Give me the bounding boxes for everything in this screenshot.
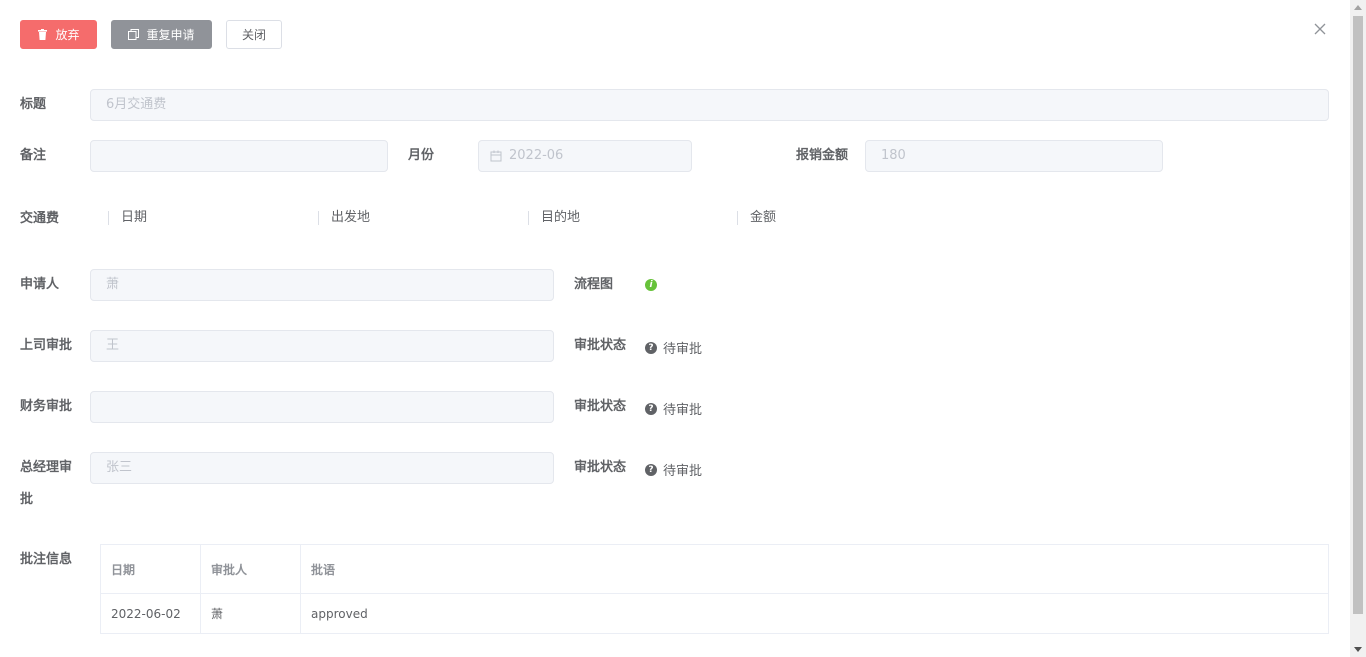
amount-value: 180 — [881, 148, 906, 163]
abandon-button[interactable]: 放弃 — [20, 20, 97, 49]
transport-label: 交通费 — [20, 211, 60, 226]
scrollbar-thumb[interactable] — [1353, 16, 1363, 614]
transport-col-date: 日期 — [108, 211, 147, 225]
copy-icon — [128, 29, 140, 40]
notes-cell-approver: 萧 — [200, 593, 301, 634]
question-icon: ? — [645, 463, 657, 476]
remark-label: 备注 — [20, 148, 47, 163]
finance-input[interactable] — [90, 391, 554, 423]
supervisor-status: ? 待审批 — [645, 338, 702, 357]
close-label: 关闭 — [241, 28, 266, 42]
scroll-up-arrow-icon[interactable] — [1354, 5, 1362, 10]
finance-status-text: 待审批 — [663, 403, 703, 418]
transport-col-origin: 出发地 — [318, 211, 370, 225]
gm-approval-label-line1: 总经理审 — [20, 460, 73, 475]
reapply-label: 重复申请 — [146, 28, 195, 42]
question-icon: ? — [645, 402, 657, 415]
notes-table: 日期 审批人 批语 2022-06-02 萧 approved — [100, 544, 1329, 634]
month-picker[interactable]: 2022-06 — [478, 140, 692, 172]
gm-status: ? 待审批 — [645, 460, 702, 479]
gm-status-text: 待审批 — [663, 464, 703, 479]
finance-status-label: 审批状态 — [574, 399, 627, 414]
question-icon: ? — [645, 341, 657, 354]
remark-input[interactable] — [90, 140, 388, 172]
vertical-scrollbar[interactable] — [1350, 0, 1366, 657]
calendar-icon — [490, 150, 502, 162]
close-icon[interactable] — [1312, 21, 1328, 37]
gm-approval-label-line2: 批 — [20, 492, 34, 507]
abandon-label: 放弃 — [55, 28, 80, 42]
notes-cell-date: 2022-06-02 — [100, 593, 201, 634]
supervisor-input[interactable]: 王 — [90, 330, 554, 362]
transport-col-amount: 金额 — [737, 211, 776, 225]
notes-col-date: 日期 — [100, 544, 201, 594]
close-button[interactable]: 关闭 — [226, 20, 282, 49]
gm-input[interactable]: 张三 — [90, 452, 554, 484]
transport-col-destination: 目的地 — [528, 211, 580, 225]
reapply-button[interactable]: 重复申请 — [111, 20, 212, 49]
applicant-value: 萧 — [106, 277, 120, 292]
applicant-label: 申请人 — [20, 277, 60, 292]
notes-header-row: 日期 审批人 批语 — [100, 544, 1329, 594]
supervisor-approval-label: 上司审批 — [20, 338, 73, 353]
notes-col-comment: 批语 — [300, 544, 1329, 594]
flowchart-label: 流程图 — [574, 277, 614, 292]
toolbar: 放弃 重复申请 关闭 — [20, 20, 282, 49]
notes-label: 批注信息 — [20, 552, 73, 567]
month-value: 2022-06 — [509, 148, 564, 163]
gm-status-label: 审批状态 — [574, 460, 627, 475]
info-icon[interactable]: i — [645, 279, 657, 291]
supervisor-status-label: 审批状态 — [574, 338, 627, 353]
amount-label: 报销金额 — [796, 148, 849, 163]
gm-value: 张三 — [106, 460, 133, 475]
title-label: 标题 — [20, 97, 47, 112]
supervisor-status-text: 待审批 — [663, 342, 703, 357]
applicant-input[interactable]: 萧 — [90, 269, 554, 301]
notes-cell-comment: approved — [300, 593, 1329, 634]
amount-input[interactable]: 180 — [865, 140, 1163, 172]
trash-icon — [37, 29, 48, 40]
title-input[interactable]: 6月交通费 — [90, 89, 1329, 121]
title-value: 6月交通费 — [106, 97, 167, 112]
table-row: 2022-06-02 萧 approved — [100, 593, 1329, 634]
supervisor-value: 王 — [106, 338, 120, 353]
finance-status: ? 待审批 — [645, 399, 702, 418]
finance-approval-label: 财务审批 — [20, 399, 73, 414]
notes-col-approver: 审批人 — [200, 544, 301, 594]
month-label: 月份 — [408, 148, 435, 163]
scroll-down-arrow-icon[interactable] — [1354, 647, 1362, 652]
